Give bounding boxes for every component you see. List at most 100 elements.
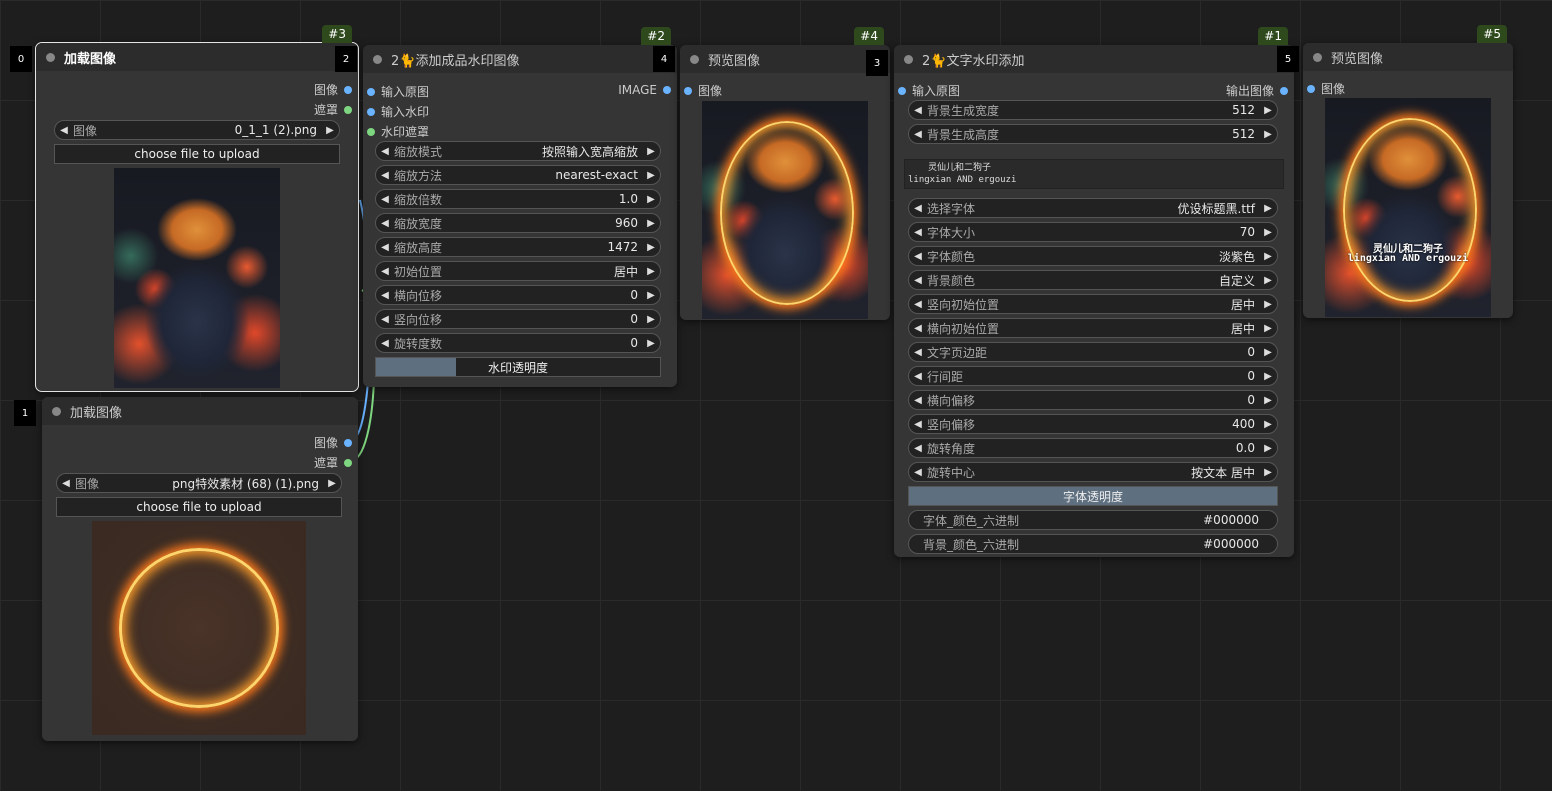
socket-icon[interactable] — [367, 107, 375, 116]
socket-icon[interactable] — [344, 458, 352, 467]
combo-widget[interactable]: ◀ 横向初始位置 居中 ▶ — [908, 318, 1278, 338]
arrow-left-icon[interactable]: ◀ — [909, 251, 927, 262]
text-widget[interactable]: 背景_颜色_六进制 #000000 — [908, 534, 1278, 554]
text-widget[interactable]: 字体_颜色_六进制 #000000 — [908, 510, 1278, 530]
socket-icon[interactable] — [344, 105, 352, 114]
input-image[interactable]: 图像 — [684, 82, 722, 99]
combo-widget[interactable]: ◀ 旋转中心 按文本 居中 ▶ — [908, 462, 1278, 482]
image-combo[interactable]: ◀ 图像 png特效素材 (68) (1).png ▶ — [56, 473, 342, 493]
arrow-left-icon[interactable]: ◀ — [909, 371, 927, 382]
upload-button[interactable]: choose file to upload — [56, 497, 342, 517]
arrow-right-icon[interactable]: ▶ — [642, 338, 660, 349]
collapse-dot-icon[interactable] — [1313, 52, 1322, 62]
combo-widget[interactable]: ◀ 竖向偏移 400 ▶ — [908, 414, 1278, 434]
arrow-right-icon[interactable]: ▶ — [1259, 129, 1277, 140]
collapse-dot-icon[interactable] — [52, 406, 61, 416]
arrow-left-icon[interactable]: ◀ — [909, 467, 927, 478]
combo-widget[interactable]: ◀ 横向位移 0 ▶ — [375, 285, 661, 305]
socket-icon[interactable] — [344, 85, 352, 94]
combo-widget[interactable]: ◀ 旋转度数 0 ▶ — [375, 333, 661, 353]
arrow-right-icon[interactable]: ▶ — [321, 125, 339, 136]
arrow-right-icon[interactable]: ▶ — [1259, 251, 1277, 262]
input-image[interactable]: 图像 — [1307, 80, 1345, 97]
arrow-right-icon[interactable]: ▶ — [642, 314, 660, 325]
collapse-dot-icon[interactable] — [46, 52, 55, 62]
socket-icon[interactable] — [1307, 84, 1315, 93]
arrow-right-icon[interactable]: ▶ — [1259, 323, 1277, 334]
arrow-left-icon[interactable]: ◀ — [909, 275, 927, 286]
font-opacity-slider[interactable]: 字体透明度 — [908, 486, 1278, 506]
arrow-right-icon[interactable]: ▶ — [1259, 299, 1277, 310]
text-watermark-node[interactable]: #1 2🐈文字水印添加 输入原图 输出图像 ◀ 背景生成宽度 512 ▶ ◀ 背景生成高度… — [894, 27, 1294, 557]
input-watermark[interactable]: 输入水印 — [367, 103, 429, 120]
watermark-opacity-slider[interactable]: 水印透明度 — [375, 357, 661, 377]
arrow-left-icon[interactable]: ◀ — [376, 194, 394, 205]
combo-widget[interactable]: ◀ 背景生成宽度 512 ▶ — [908, 100, 1278, 120]
socket-icon[interactable] — [663, 86, 671, 94]
combo-widget[interactable]: ◀ 缩放高度 1472 ▶ — [375, 237, 661, 257]
socket-icon[interactable] — [344, 438, 352, 447]
combo-widget[interactable]: ◀ 竖向初始位置 居中 ▶ — [908, 294, 1278, 314]
output-mask[interactable]: 遮罩 — [314, 454, 352, 471]
socket-icon[interactable] — [1280, 86, 1288, 95]
upload-button[interactable]: choose file to upload — [54, 144, 340, 164]
arrow-left-icon[interactable]: ◀ — [376, 290, 394, 301]
arrow-right-icon[interactable]: ▶ — [642, 242, 660, 253]
arrow-left-icon[interactable]: ◀ — [909, 443, 927, 454]
arrow-left-icon[interactable]: ◀ — [909, 347, 927, 358]
arrow-left-icon[interactable]: ◀ — [376, 266, 394, 277]
arrow-left-icon[interactable]: ◀ — [909, 105, 927, 116]
combo-widget[interactable]: ◀ 初始位置 居中 ▶ — [375, 261, 661, 281]
combo-widget[interactable]: ◀ 字体颜色 淡紫色 ▶ — [908, 246, 1278, 266]
combo-widget[interactable]: ◀ 缩放方法 nearest-exact ▶ — [375, 165, 661, 185]
arrow-right-icon[interactable]: ▶ — [1259, 105, 1277, 116]
node-header[interactable]: 预览图像 — [1303, 43, 1513, 71]
combo-widget[interactable]: ◀ 行间距 0 ▶ — [908, 366, 1278, 386]
arrow-right-icon[interactable]: ▶ — [1259, 227, 1277, 238]
combo-widget[interactable]: ◀ 选择字体 优设标题黑.ttf ▶ — [908, 198, 1278, 218]
input-original[interactable]: 输入原图 — [898, 82, 960, 99]
output-image[interactable]: 输出图像 — [1226, 82, 1288, 99]
arrow-right-icon[interactable]: ▶ — [642, 266, 660, 277]
socket-icon[interactable] — [367, 127, 375, 136]
node-header[interactable]: 2🐈添加成品水印图像 — [363, 45, 677, 73]
output-mask[interactable]: 遮罩 — [314, 101, 352, 118]
arrow-left-icon[interactable]: ◀ — [376, 218, 394, 229]
arrow-right-icon[interactable]: ▶ — [1259, 443, 1277, 454]
arrow-right-icon[interactable]: ▶ — [642, 146, 660, 157]
arrow-right-icon[interactable]: ▶ — [642, 218, 660, 229]
node-header[interactable]: 加载图像 — [42, 397, 358, 425]
add-watermark-image-node[interactable]: #2 2🐈添加成品水印图像 输入原图 输入水印 水印遮罩 IMAGE ◀ 缩放模式… — [363, 27, 677, 387]
collapse-dot-icon[interactable] — [904, 54, 913, 64]
node-header[interactable]: 预览图像 — [680, 45, 890, 73]
combo-widget[interactable]: ◀ 缩放宽度 960 ▶ — [375, 213, 661, 233]
arrow-left-icon[interactable]: ◀ — [376, 242, 394, 253]
arrow-left-icon[interactable]: ◀ — [909, 323, 927, 334]
socket-icon[interactable] — [898, 86, 906, 95]
watermark-text-input[interactable]: 灵仙儿和二狗子 lingxian AND ergouzi — [904, 159, 1284, 189]
arrow-left-icon[interactable]: ◀ — [909, 227, 927, 238]
combo-widget[interactable]: ◀ 竖向位移 0 ▶ — [375, 309, 661, 329]
output-image[interactable]: 图像 — [314, 81, 352, 98]
preview-image-node-2[interactable]: #5 预览图像 图像 灵仙儿和二狗子 lingxian AND ergouzi — [1303, 25, 1513, 318]
arrow-left-icon[interactable]: ◀ — [376, 314, 394, 325]
combo-widget[interactable]: ◀ 缩放模式 按照输入宽高缩放 ▶ — [375, 141, 661, 161]
arrow-left-icon[interactable]: ◀ — [909, 299, 927, 310]
arrow-right-icon[interactable]: ▶ — [1259, 467, 1277, 478]
arrow-right-icon[interactable]: ▶ — [642, 290, 660, 301]
socket-icon[interactable] — [367, 87, 375, 96]
collapse-dot-icon[interactable] — [690, 54, 699, 64]
arrow-left-icon[interactable]: ◀ — [909, 203, 927, 214]
load-image-node-2[interactable]: 加载图像 图像 遮罩 ◀ 图像 png特效素材 (68) (1).png ▶ c… — [42, 397, 358, 741]
combo-widget[interactable]: ◀ 旋转角度 0.0 ▶ — [908, 438, 1278, 458]
arrow-left-icon[interactable]: ◀ — [57, 478, 75, 489]
combo-widget[interactable]: ◀ 文字页边距 0 ▶ — [908, 342, 1278, 362]
load-image-node-1[interactable]: #3 加载图像 图像 遮罩 ◀ 图像 0_1_1 (2).png ▶ choos… — [35, 25, 359, 392]
output-image[interactable]: IMAGE — [618, 83, 671, 97]
input-original[interactable]: 输入原图 — [367, 83, 429, 100]
arrow-right-icon[interactable]: ▶ — [1259, 371, 1277, 382]
combo-widget[interactable]: ◀ 缩放倍数 1.0 ▶ — [375, 189, 661, 209]
arrow-right-icon[interactable]: ▶ — [1259, 395, 1277, 406]
combo-widget[interactable]: ◀ 背景生成高度 512 ▶ — [908, 124, 1278, 144]
combo-widget[interactable]: ◀ 横向偏移 0 ▶ — [908, 390, 1278, 410]
